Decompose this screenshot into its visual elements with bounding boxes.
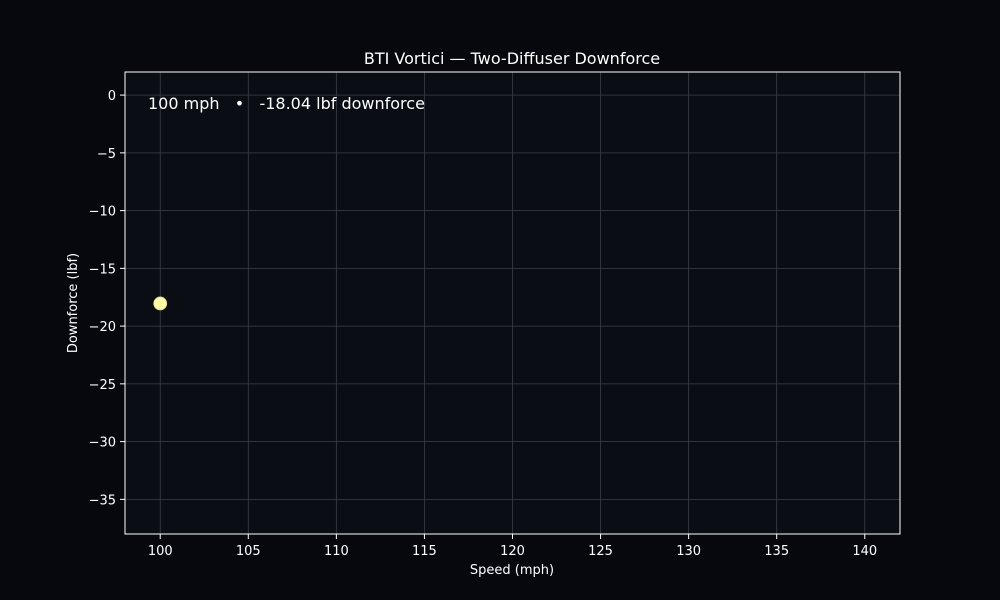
y-tick-label: −30 [89,436,116,451]
chart-title: BTI Vortici — Two-Diffuser Downforce [364,49,660,68]
x-tick-label: 135 [764,544,789,559]
x-tick-label: 120 [500,544,525,559]
y-tick-label: −20 [89,320,116,335]
y-tick-label: −35 [89,493,116,508]
x-tick-label: 115 [412,544,437,559]
x-tick-label: 130 [676,544,701,559]
series-points [153,296,168,311]
y-tick-label: −15 [89,262,116,277]
y-tick-label: −25 [89,378,116,393]
y-axis-label: Downforce (lbf) [66,253,81,353]
x-axis-label: Speed (mph) [470,563,554,578]
chart-figure: 100 105 110 115 120 125 130 135 140 0 −5 −10 −15 −20 −… [0,0,1000,600]
y-tick-label: −5 [97,147,116,162]
x-tick-label: 105 [236,544,261,559]
chart-svg: 100 105 110 115 120 125 130 135 140 0 −5 −10 −15 −20 −… [66,49,901,578]
x-tick-label: 125 [588,544,613,559]
y-tick-label: −10 [89,205,116,220]
value-annotation: 100 mph • -18.04 lbf downforce [148,94,425,113]
x-tick-label: 140 [852,544,877,559]
x-tick-label: 110 [324,544,349,559]
x-tick-label: 100 [148,544,173,559]
data-point [153,296,168,311]
y-tick-label: 0 [108,89,116,104]
